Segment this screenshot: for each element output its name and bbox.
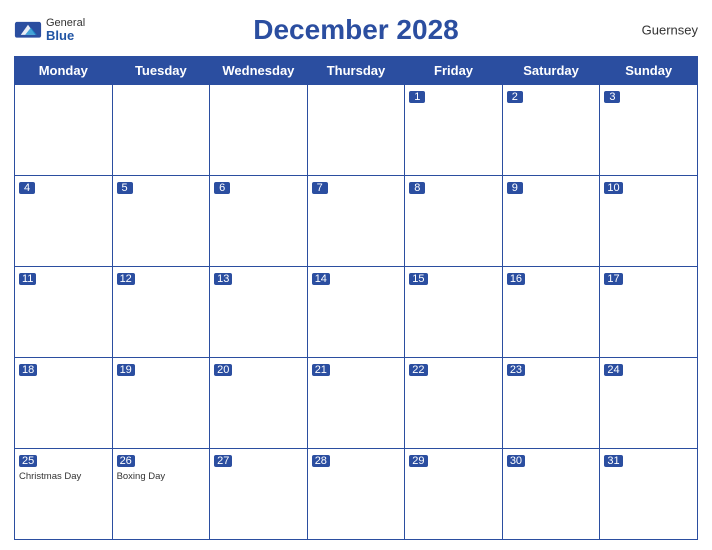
day-event: Boxing Day (117, 471, 206, 482)
calendar-day-cell: 18 (15, 358, 113, 449)
day-number: 13 (214, 273, 232, 285)
country-label: Guernsey (642, 23, 698, 38)
day-number: 22 (409, 364, 427, 376)
calendar-day-cell: 12 (112, 267, 210, 358)
day-number: 28 (312, 455, 330, 467)
calendar-day-cell (307, 85, 405, 176)
calendar-title: December 2028 (253, 14, 458, 46)
day-number: 20 (214, 364, 232, 376)
calendar-day-cell: 21 (307, 358, 405, 449)
day-number: 29 (409, 455, 427, 467)
calendar-day-cell: 10 (600, 176, 698, 267)
weekday-thursday: Thursday (307, 57, 405, 85)
weekday-wednesday: Wednesday (210, 57, 308, 85)
day-number: 14 (312, 273, 330, 285)
calendar-day-cell: 31 (600, 449, 698, 540)
calendar-day-cell: 26 Boxing Day (112, 449, 210, 540)
calendar-day-cell: 30 (502, 449, 600, 540)
calendar-day-cell: 6 (210, 176, 308, 267)
day-number: 26 (117, 455, 135, 467)
day-number: 12 (117, 273, 135, 285)
day-number: 1 (409, 91, 425, 103)
calendar-day-cell: 3 (600, 85, 698, 176)
weekday-header-row: Monday Tuesday Wednesday Thursday Friday… (15, 57, 698, 85)
day-number: 11 (19, 273, 36, 285)
day-event: Christmas Day (19, 471, 108, 482)
calendar-day-cell: 24 (600, 358, 698, 449)
logo-blue-text: Blue (46, 29, 74, 43)
calendar-day-cell: 27 (210, 449, 308, 540)
calendar-day-cell: 11 (15, 267, 113, 358)
calendar-day-cell: 7 (307, 176, 405, 267)
calendar-day-cell: 13 (210, 267, 308, 358)
calendar-day-cell: 23 (502, 358, 600, 449)
calendar-day-cell: 17 (600, 267, 698, 358)
calendar-week-row: 11 12 13 14 15 16 17 (15, 267, 698, 358)
day-number: 25 (19, 455, 37, 467)
calendar-day-cell: 16 (502, 267, 600, 358)
day-number: 16 (507, 273, 525, 285)
day-number: 10 (604, 182, 622, 194)
logo-text: General Blue (46, 17, 85, 43)
day-number: 15 (409, 273, 427, 285)
day-number: 2 (507, 91, 523, 103)
calendar-week-row: 1 2 3 (15, 85, 698, 176)
day-number: 5 (117, 182, 133, 194)
day-number: 23 (507, 364, 525, 376)
calendar-week-row: 4 5 6 7 8 9 10 (15, 176, 698, 267)
calendar-day-cell: 22 (405, 358, 503, 449)
day-number: 8 (409, 182, 425, 194)
day-number: 17 (604, 273, 622, 285)
day-number: 30 (507, 455, 525, 467)
day-number: 6 (214, 182, 230, 194)
calendar-day-cell: 9 (502, 176, 600, 267)
calendar-day-cell: 2 (502, 85, 600, 176)
day-number: 7 (312, 182, 328, 194)
logo: General Blue (14, 17, 85, 43)
calendar-header: General Blue December 2028 Guernsey (14, 10, 698, 50)
day-number: 18 (19, 364, 37, 376)
calendar-week-row: 18 19 20 21 22 23 24 (15, 358, 698, 449)
weekday-saturday: Saturday (502, 57, 600, 85)
weekday-sunday: Sunday (600, 57, 698, 85)
calendar-day-cell: 25 Christmas Day (15, 449, 113, 540)
calendar-wrapper: General Blue December 2028 Guernsey Mond… (0, 0, 712, 550)
day-number: 19 (117, 364, 135, 376)
calendar-day-cell: 4 (15, 176, 113, 267)
calendar-day-cell: 19 (112, 358, 210, 449)
weekday-tuesday: Tuesday (112, 57, 210, 85)
logo-icon (14, 21, 42, 37)
calendar-day-cell: 15 (405, 267, 503, 358)
day-number: 3 (604, 91, 620, 103)
weekday-monday: Monday (15, 57, 113, 85)
calendar-day-cell: 8 (405, 176, 503, 267)
calendar-day-cell: 5 (112, 176, 210, 267)
calendar-day-cell: 20 (210, 358, 308, 449)
month-year-title: December 2028 (253, 14, 458, 46)
calendar-day-cell (210, 85, 308, 176)
calendar-week-row: 25 Christmas Day 26 Boxing Day 27 28 29 30 31 (15, 449, 698, 540)
day-number: 24 (604, 364, 622, 376)
day-number: 31 (604, 455, 622, 467)
day-number: 27 (214, 455, 232, 467)
calendar-day-cell: 14 (307, 267, 405, 358)
day-number: 21 (312, 364, 330, 376)
calendar-day-cell: 29 (405, 449, 503, 540)
calendar-day-cell (112, 85, 210, 176)
weekday-friday: Friday (405, 57, 503, 85)
calendar-table: Monday Tuesday Wednesday Thursday Friday… (14, 56, 698, 540)
day-number: 9 (507, 182, 523, 194)
day-number: 4 (19, 182, 35, 194)
calendar-day-cell: 1 (405, 85, 503, 176)
calendar-day-cell (15, 85, 113, 176)
calendar-day-cell: 28 (307, 449, 405, 540)
